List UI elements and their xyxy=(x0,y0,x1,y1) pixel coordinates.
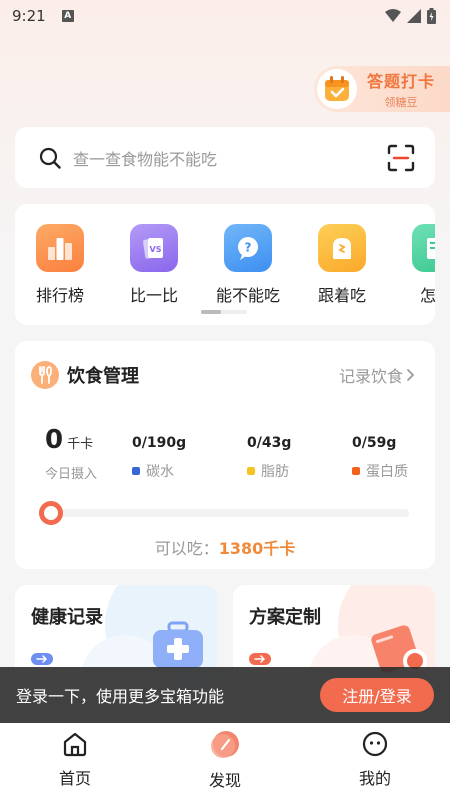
carbs-label-row: 碳水 xyxy=(132,461,186,481)
diet-header: 饮食管理 记录饮食 xyxy=(31,361,417,389)
status-bar: 9:21 A xyxy=(0,0,450,32)
discover-icon xyxy=(211,731,239,758)
login-prompt: 登录一下，使用更多宝箱功能 xyxy=(16,687,225,706)
nav-home[interactable]: 首页 xyxy=(0,723,150,800)
svg-text:?: ? xyxy=(245,241,252,255)
shortcut-can-eat[interactable]: ? 能不能吃 xyxy=(201,224,295,306)
calendar-check-icon xyxy=(325,76,349,101)
shortcut-label: 比一比 xyxy=(129,286,178,305)
wifi-icon xyxy=(385,9,401,22)
carbs-dot xyxy=(132,467,140,475)
protein-value: 0/59g xyxy=(352,435,397,451)
svg-text:VS: VS xyxy=(150,245,162,254)
arrow-right-icon xyxy=(249,653,271,665)
book-icon xyxy=(412,224,435,272)
protein-label-row: 蛋白质 xyxy=(352,461,408,481)
can-eat-label: 可以吃： xyxy=(154,539,219,558)
profile-icon xyxy=(362,731,388,757)
fat-dot xyxy=(247,467,255,475)
signal-icon xyxy=(407,9,421,23)
intake-label: 今日摄入 xyxy=(45,467,98,482)
remaining-calories: 可以吃：1380千卡 xyxy=(15,535,435,559)
checkin-subtitle: 领糖豆 xyxy=(384,96,418,109)
checkin-title: 答题打卡 xyxy=(367,72,436,91)
calorie-progress-knob xyxy=(39,501,63,525)
carbs-stat: 0/190g 碳水 xyxy=(132,435,186,481)
status-time: 9:21 xyxy=(12,7,46,25)
nav-label: 我的 xyxy=(358,769,391,788)
today-intake: 0 千卡 今日摄入 xyxy=(45,425,97,482)
bread-icon xyxy=(318,224,366,272)
fork-spoon-icon xyxy=(31,361,59,389)
checkin-icon-wrap xyxy=(317,69,357,109)
feature-title: 健康记录 xyxy=(31,607,103,628)
status-indicators xyxy=(385,8,436,24)
chevron-right-icon xyxy=(407,369,414,381)
arrow-right-icon xyxy=(31,653,53,665)
search-input[interactable]: 查一查食物能不能吃 xyxy=(73,146,387,170)
calorie-progress-bar xyxy=(39,501,409,525)
shortcut-label: 排行榜 xyxy=(35,286,84,305)
search-icon xyxy=(39,147,61,169)
ranking-icon xyxy=(36,224,84,272)
shortcut-compare[interactable]: VS 比一比 xyxy=(107,224,201,306)
nutrition-stats: 0 千卡 今日摄入 0/190g 碳水 0/43g 脂肪 0/59g 蛋白质 xyxy=(15,425,435,485)
notification-icon: A xyxy=(61,10,74,22)
shortcut-scroll-indicator xyxy=(201,310,247,314)
record-diet-label: 记录饮食 xyxy=(338,367,403,386)
record-diet-link[interactable]: 记录饮食 xyxy=(339,363,417,387)
diet-management-card: 饮食管理 记录饮食 0 千卡 今日摄入 0/190g 碳水 0/43g 脂肪 0/… xyxy=(15,341,435,569)
checkin-text: 答题打卡 领糖豆 xyxy=(367,68,435,110)
carbs-value: 0/190g xyxy=(132,435,187,451)
register-login-button[interactable]: 注册/登录 xyxy=(320,678,434,712)
battery-icon xyxy=(427,8,436,24)
shortcut-label: 能不能吃 xyxy=(215,286,280,305)
medical-kit-icon xyxy=(153,621,203,668)
protein-dot xyxy=(352,467,360,475)
fat-label-row: 脂肪 xyxy=(247,461,291,481)
shortcut-label: 跟着吃 xyxy=(317,286,366,305)
fat-value: 0/43g xyxy=(247,435,292,451)
carbs-label: 碳水 xyxy=(146,464,174,480)
diet-title: 饮食管理 xyxy=(67,366,139,387)
daily-quiz-checkin[interactable]: 答题打卡 领糖豆 xyxy=(314,66,450,112)
shortcut-row: 排行榜 VS 比一比 ? 能不能吃 跟着吃 怎么 xyxy=(15,224,435,306)
nav-label: 首页 xyxy=(58,769,91,788)
intake-unit: 千卡 xyxy=(67,437,94,452)
versus-icon: VS xyxy=(130,224,178,272)
protein-stat: 0/59g 蛋白质 xyxy=(352,435,408,481)
scan-icon[interactable] xyxy=(387,144,415,172)
fat-label: 脂肪 xyxy=(261,464,289,480)
shortcut-follow-eat[interactable]: 跟着吃 xyxy=(295,224,389,306)
shortcut-ranking[interactable]: 排行榜 xyxy=(15,224,107,306)
can-eat-value: 1380千卡 xyxy=(218,539,296,558)
shortcut-scroll-thumb xyxy=(201,310,221,314)
protein-label: 蛋白质 xyxy=(366,464,408,480)
intake-value: 0 xyxy=(45,425,64,455)
nav-label: 发现 xyxy=(208,771,241,790)
home-icon xyxy=(63,732,87,757)
search-bar[interactable]: 查一查食物能不能吃 xyxy=(15,127,435,188)
fat-stat: 0/43g 脂肪 xyxy=(247,435,291,481)
feature-title: 方案定制 xyxy=(249,607,321,628)
nav-profile[interactable]: 我的 xyxy=(300,723,450,800)
bottom-nav: 首页 发现 我的 xyxy=(0,723,450,800)
login-banner: 登录一下，使用更多宝箱功能 注册/登录 xyxy=(0,667,450,723)
shortcut-label: 怎么 xyxy=(419,286,435,305)
shortcut-how-to-eat[interactable]: 怎么 xyxy=(389,224,435,306)
nav-discover[interactable]: 发现 xyxy=(150,723,300,800)
question-bubble-icon: ? xyxy=(224,224,272,272)
shortcut-card: 排行榜 VS 比一比 ? 能不能吃 跟着吃 怎么 xyxy=(15,204,435,325)
